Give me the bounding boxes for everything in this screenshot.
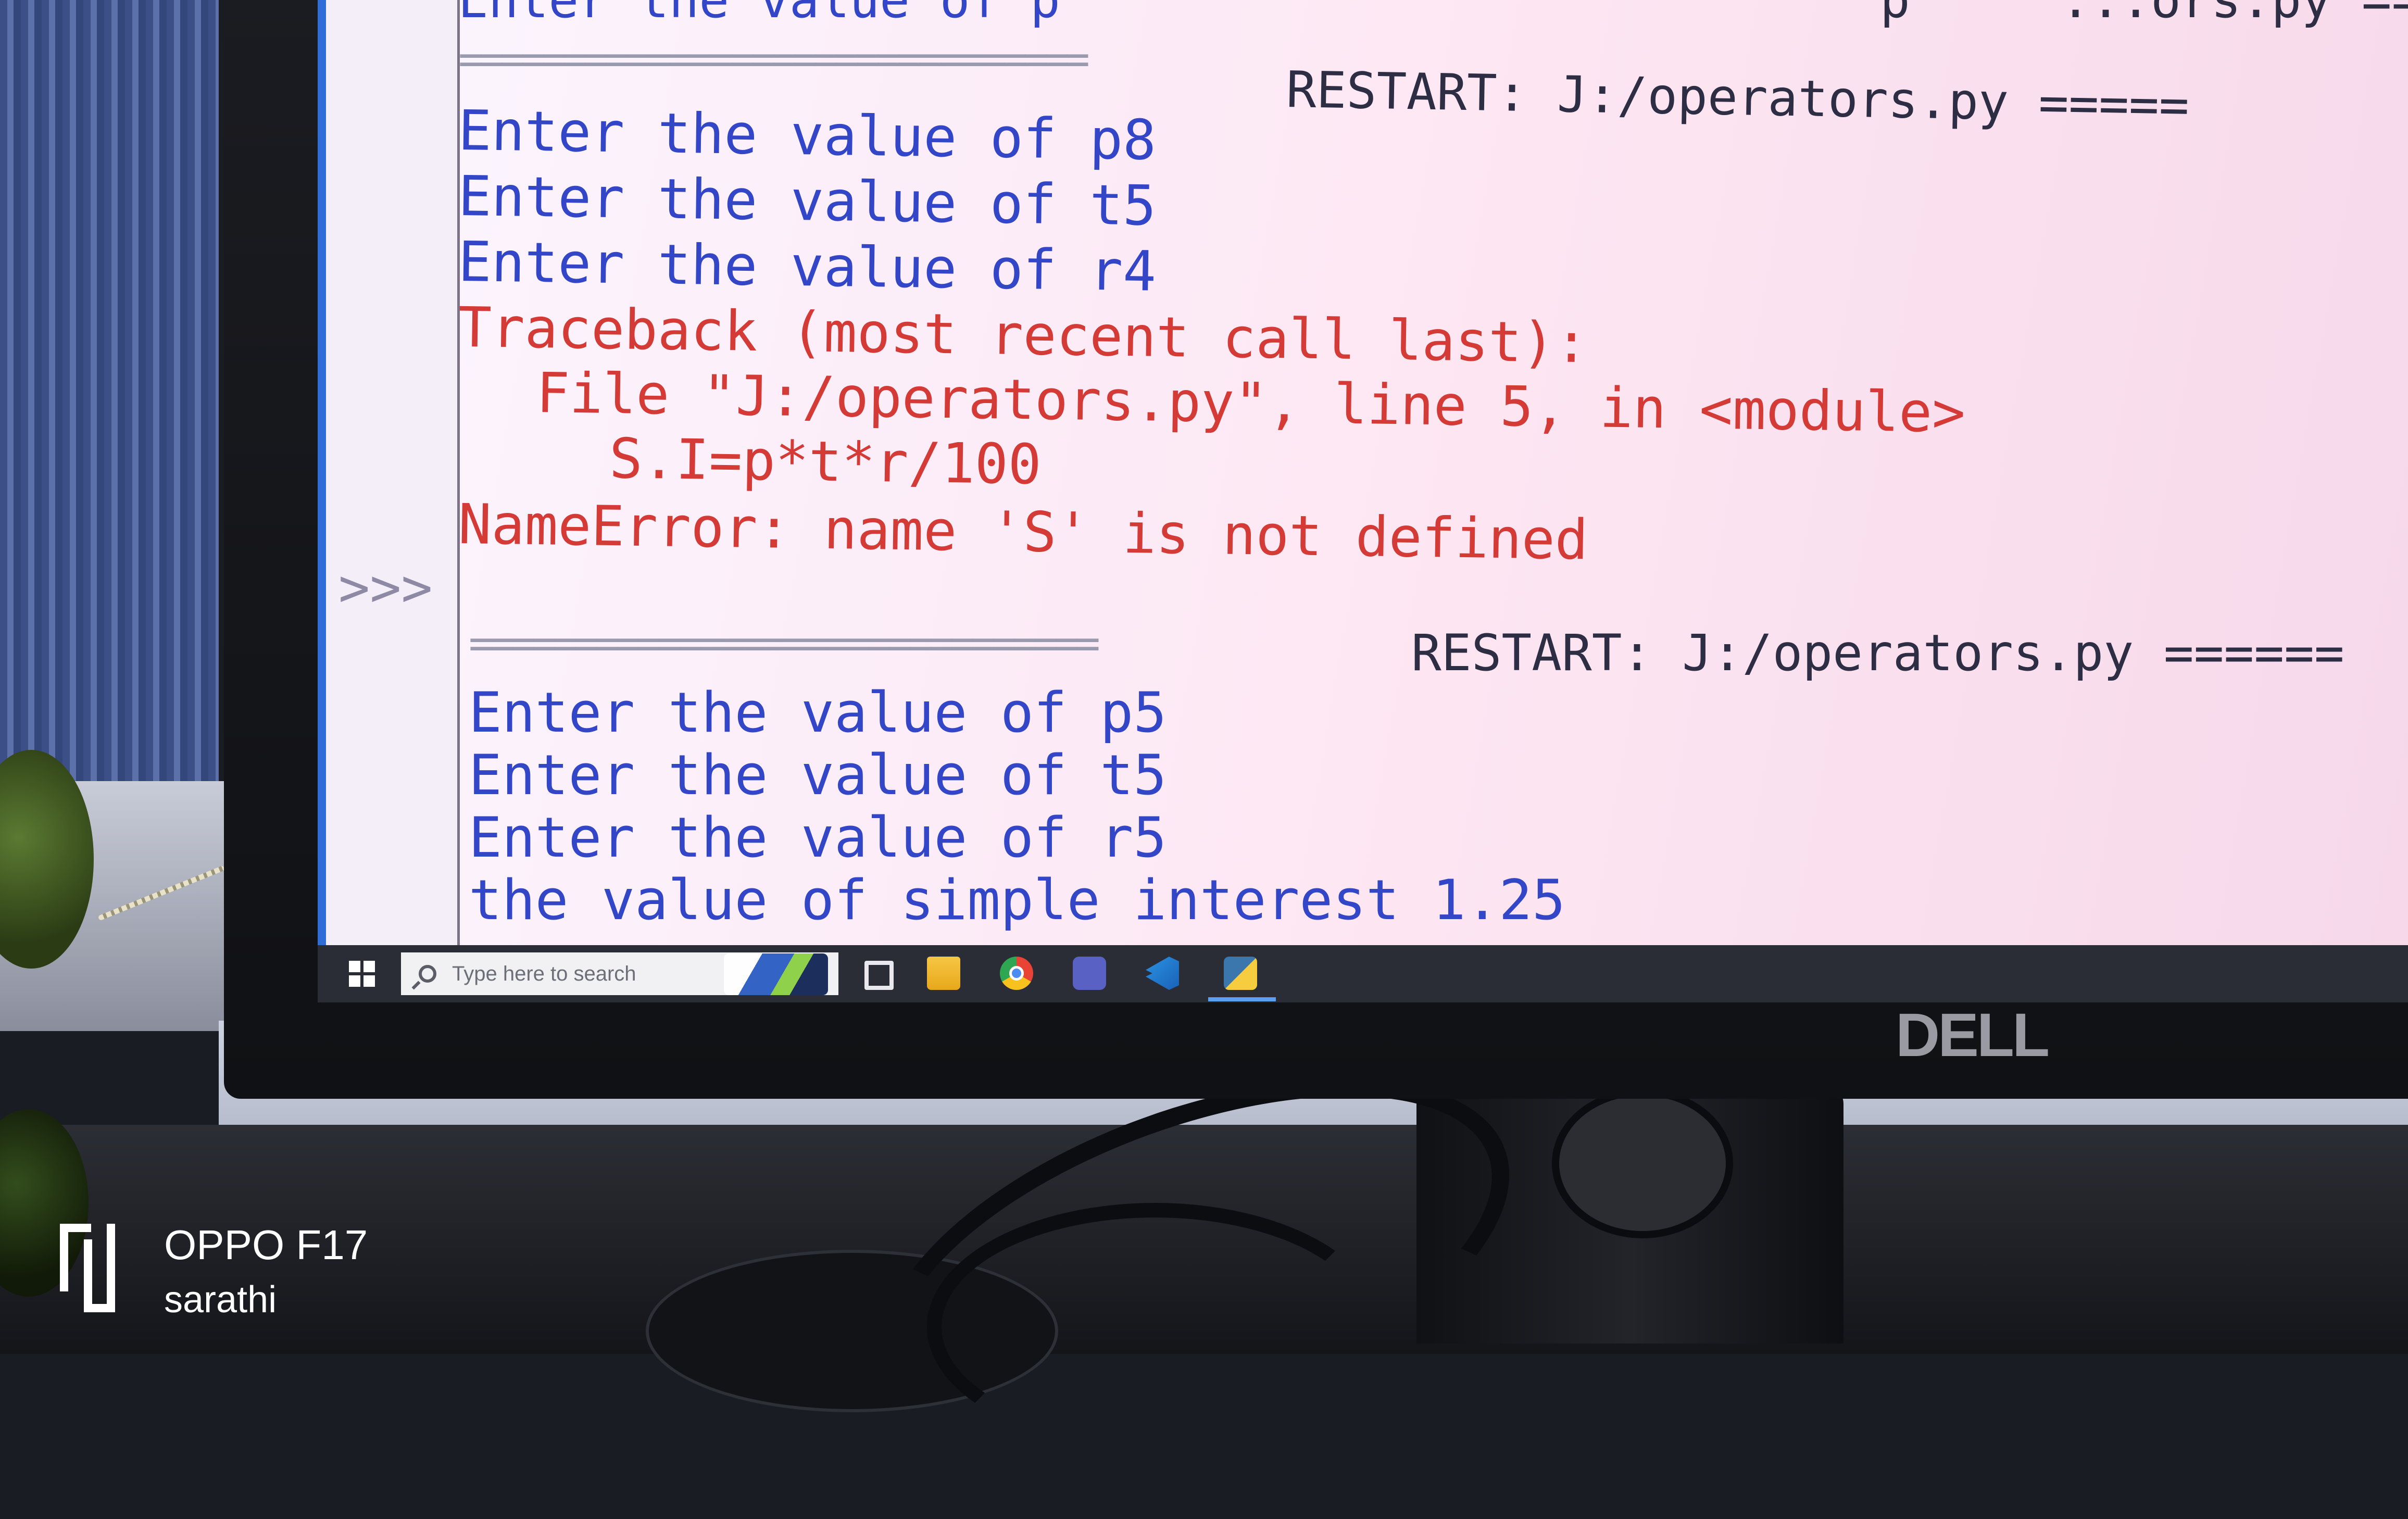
input-prompt-line: Enter the value of t5 [469, 743, 1167, 807]
monitor-stand-cutout [1552, 1088, 1733, 1238]
input-prompt-line: Enter the value of t5 [458, 164, 1157, 238]
vscode-icon[interactable] [1146, 957, 1179, 990]
window-accent-border [318, 0, 326, 945]
windows-start-icon[interactable] [349, 961, 375, 987]
active-app-indicator [1208, 997, 1276, 1001]
file-explorer-icon[interactable] [927, 957, 960, 990]
input-prompt-line: Enter the value of r5 [469, 806, 1167, 870]
input-prompt-line: Enter the value of r4 [458, 230, 1157, 304]
news-weather-icon[interactable] [724, 953, 828, 995]
watermark-user: sarathi [164, 1279, 277, 1321]
input-prompt-line: Enter the value of p8 [458, 98, 1157, 172]
shell-gutter [318, 0, 460, 945]
chrome-icon[interactable] [1000, 957, 1033, 990]
output-line: the value of simple interest 1.25 [469, 868, 1565, 932]
search-icon [419, 965, 436, 983]
shell-line-partial-right: p ...ors.py ==== [1880, 0, 2408, 29]
python-idle-icon[interactable] [1224, 957, 1257, 990]
restart-banner: RESTART: J:/operators.py ====== [1411, 624, 2344, 682]
cable [927, 1203, 1383, 1451]
restart-separator: ============================== [458, 35, 1090, 83]
shell-prompt[interactable]: >>> [338, 557, 433, 618]
watermark-device: OPPO F17 [164, 1222, 368, 1268]
shell-line-partial: Enter the value of p [458, 0, 1060, 29]
task-view-icon[interactable] [864, 961, 894, 990]
traceback-header: Traceback (most recent call last): [458, 295, 1589, 375]
dell-logo: DELL [1896, 1001, 2050, 1070]
curtain [0, 0, 219, 781]
windows-taskbar: Type here to search [318, 945, 2408, 1002]
monitor-screen: Enter the value of p p ...ors.py == == ==… [318, 0, 2408, 1002]
restart-banner: RESTART: J:/operators.py ===== [1286, 60, 2190, 135]
traceback-code-line: S.I=p*t*r/100 [609, 426, 1042, 497]
restart-separator: ============================== [469, 619, 1100, 668]
teams-icon[interactable] [1073, 957, 1106, 990]
input-prompt-line: Enter the value of p5 [469, 681, 1167, 745]
search-placeholder: Type here to search [452, 962, 636, 985]
oppo-watermark-logo [60, 1224, 117, 1312]
name-error-line: NameError: name 'S' is not defined [458, 492, 1589, 572]
